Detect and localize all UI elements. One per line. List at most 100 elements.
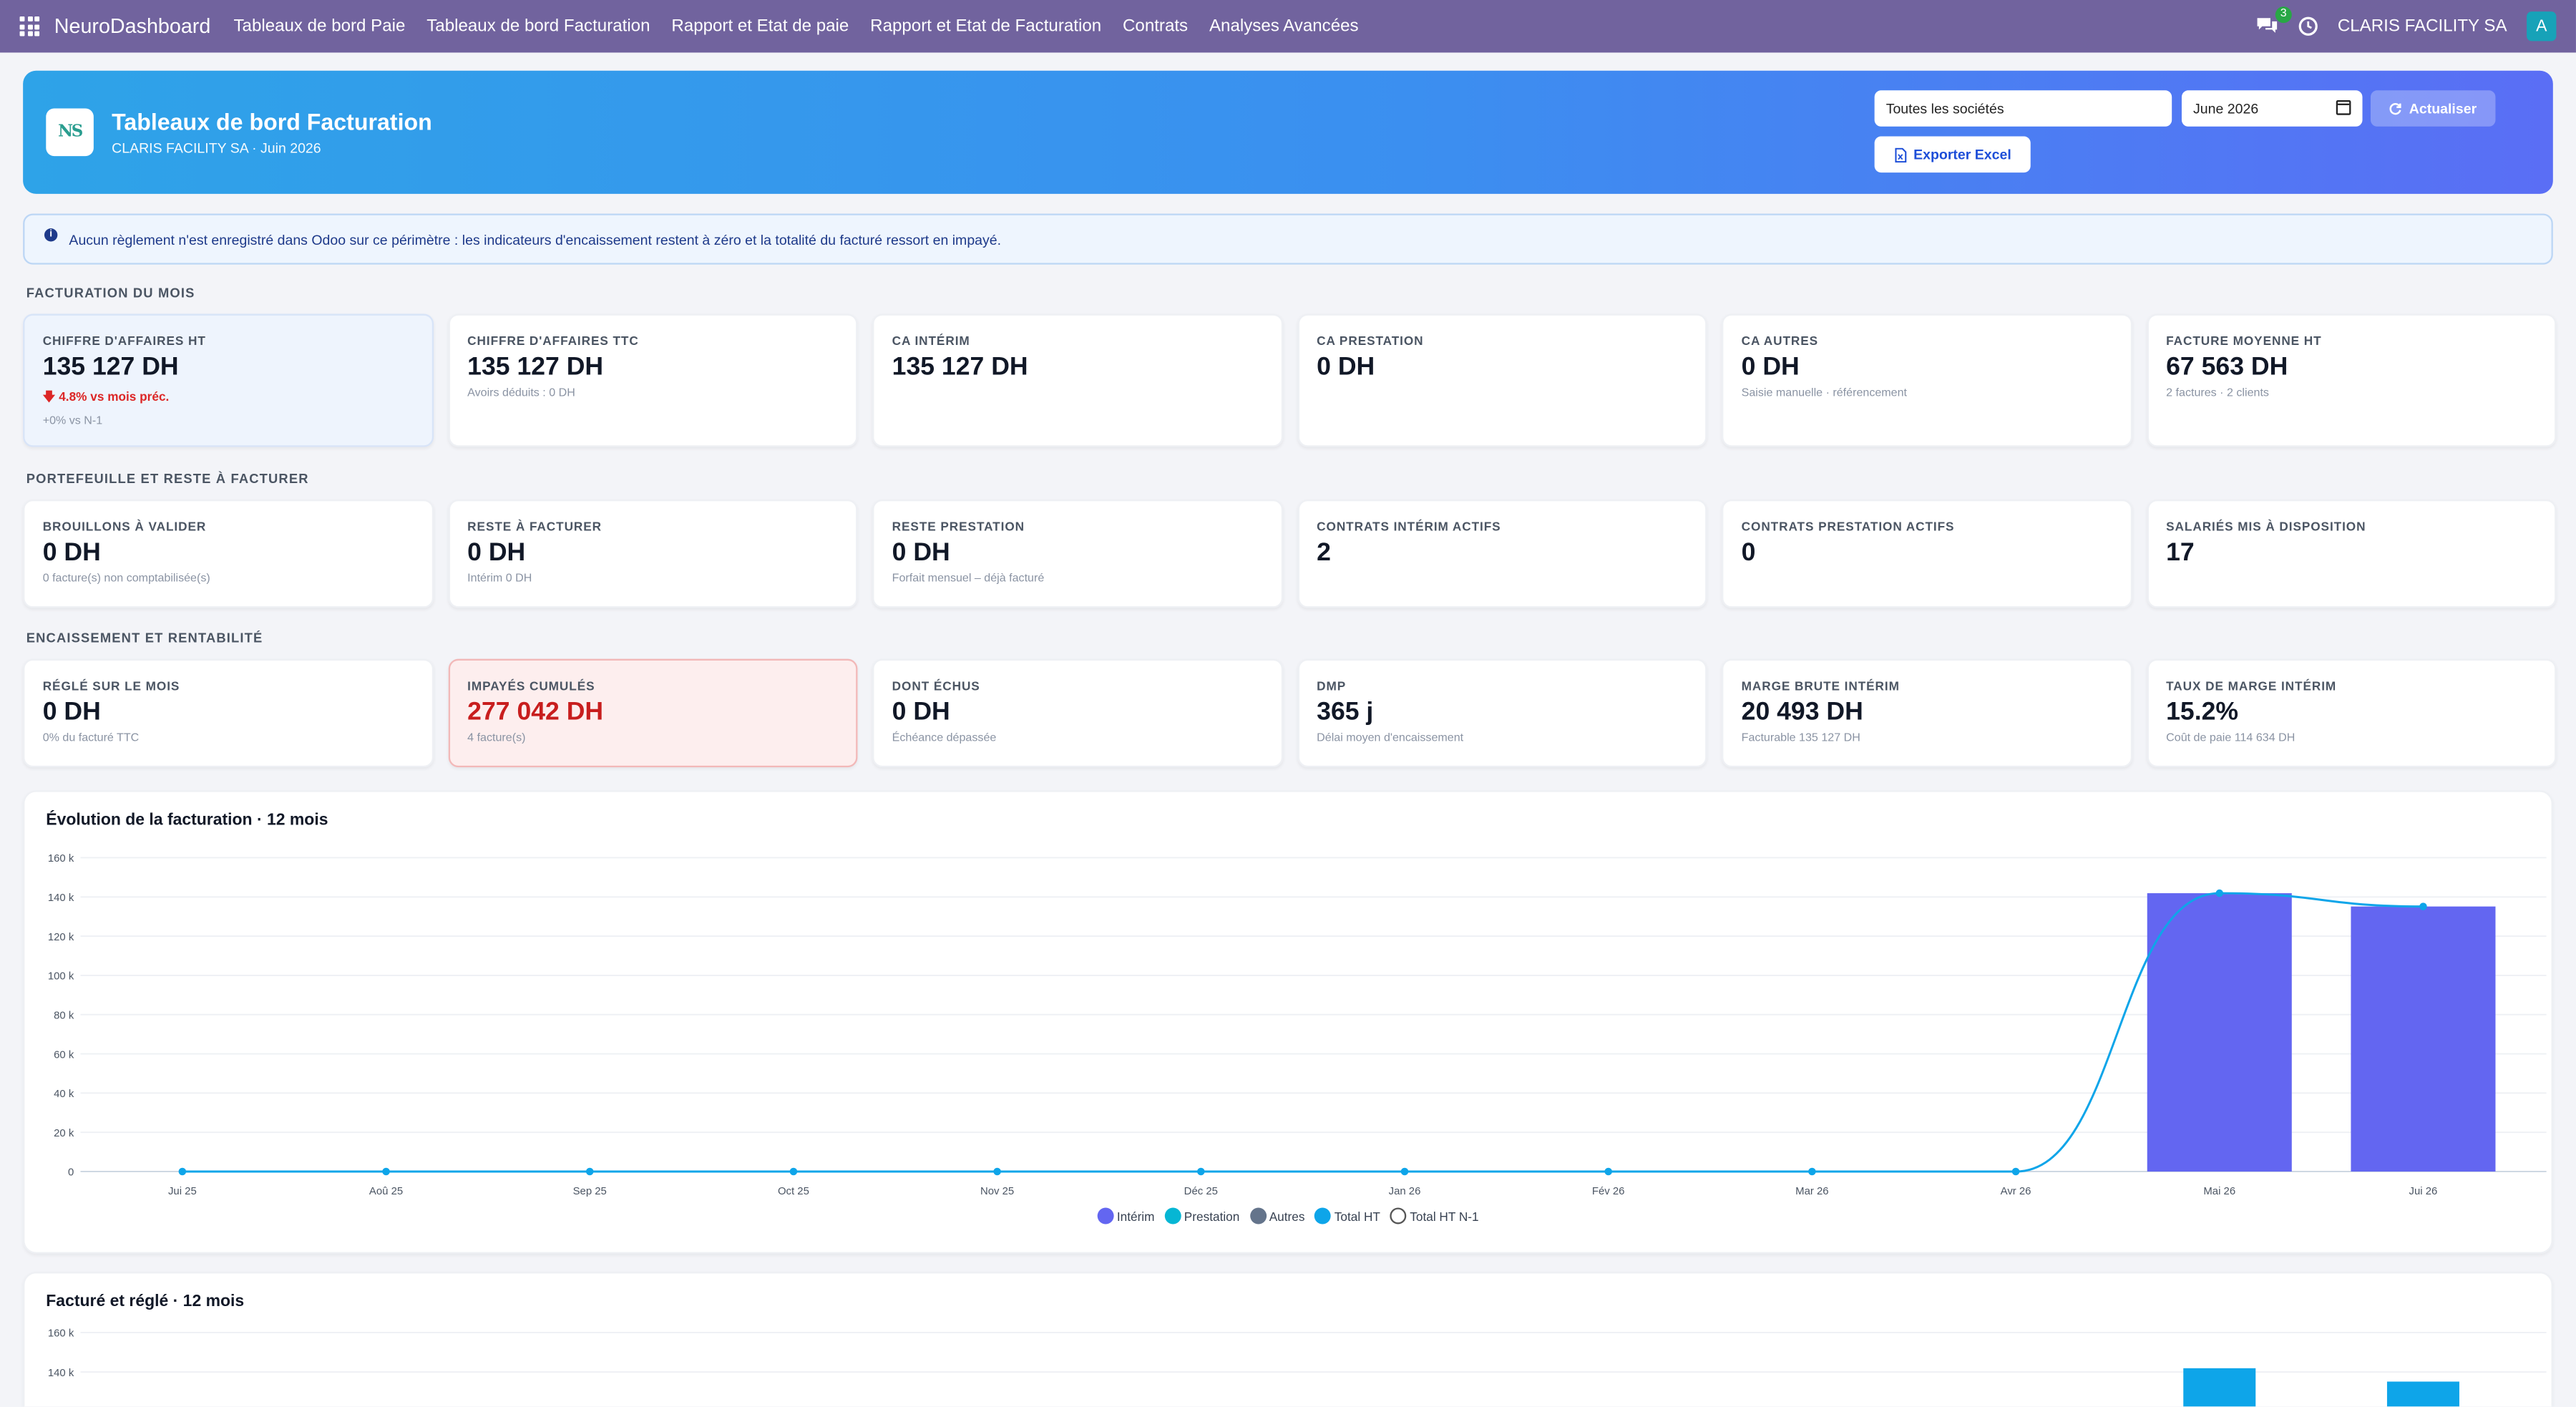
section-title-billing: FACTURATION DU MOIS <box>26 286 195 301</box>
nav-item-contracts[interactable]: Contrats <box>1123 16 1188 36</box>
x-tick-label: Jui 25 <box>168 1185 197 1197</box>
chat-icon[interactable]: 3 <box>2255 6 2292 36</box>
bar-billed <box>2386 1381 2459 1407</box>
user-avatar[interactable]: A <box>2527 11 2557 42</box>
company-logo: NS <box>46 108 94 157</box>
total-ht-point <box>2215 889 2224 897</box>
kpi-card-ca-interim[interactable]: CA INTÉRIM 135 127 DH <box>872 313 1282 447</box>
nav-item-payroll-reports[interactable]: Rapport et Etat de paie <box>671 16 849 36</box>
kpi-card-ca-autres[interactable]: CA AUTRES 0 DH Saisie manuelle · référen… <box>1722 313 2132 447</box>
total-ht-point <box>178 1167 187 1176</box>
x-tick-label: Fév 26 <box>1592 1185 1625 1197</box>
kpi-card-overdue[interactable]: DONT ÉCHUS 0 DH Échéance dépassée <box>872 658 1282 768</box>
info-icon: i <box>44 227 58 241</box>
total-ht-point <box>585 1167 594 1176</box>
kpi-row-collection: RÉGLÉ SUR LE MOIS 0 DH 0% du facturé TTC… <box>23 658 2557 768</box>
kpi-card-revenue-ttc[interactable]: CHIFFRE D'AFFAIRES TTC 135 127 DH Avoirs… <box>447 313 858 447</box>
y-tick-label: 0 <box>68 1167 74 1179</box>
total-ht-line <box>182 892 2424 1173</box>
legend-interim[interactable]: Intérim <box>1097 1207 1154 1225</box>
kpi-card-employees-assigned[interactable]: SALARIÉS MIS À DISPOSITION 17 <box>2146 499 2557 608</box>
brand-name[interactable]: NeuroDashboard <box>54 15 211 38</box>
excel-file-icon <box>1894 147 1906 162</box>
apps-menu-icon[interactable] <box>19 16 40 36</box>
page-title: Tableaux de bord Facturation <box>112 108 432 135</box>
chart-card-billing-evolution: Évolution de la facturation · 12 mois 02… <box>23 790 2553 1254</box>
kpi-card-cumulative-unpaid[interactable]: IMPAYÉS CUMULÉS 277 042 DH 4 facture(s) <box>447 658 858 768</box>
y-tick-label: 20 k <box>54 1127 74 1139</box>
legend-dot-total-ht <box>1314 1207 1332 1225</box>
refresh-button[interactable]: Actualiser <box>2370 90 2496 127</box>
kpi-row-portfolio: BROUILLONS À VALIDER 0 DH 0 facture(s) n… <box>23 499 2557 608</box>
legend-autres[interactable]: Autres <box>1249 1207 1304 1225</box>
y-tick-label: 100 k <box>48 970 74 983</box>
kpi-card-remaining-prestation[interactable]: RESTE PRESTATION 0 DH Forfait mensuel – … <box>872 499 1282 608</box>
page-subtitle: CLARIS FACILITY SA · Juin 2026 <box>112 140 321 157</box>
company-switcher[interactable]: CLARIS FACILITY SA <box>2338 16 2507 36</box>
total-ht-point <box>1400 1167 1409 1176</box>
kpi-card-active-interim-contracts[interactable]: CONTRATS INTÉRIM ACTIFS 2 <box>1297 499 1707 608</box>
bar-interim <box>2351 906 2496 1172</box>
top-navbar: NeuroDashboard Tableaux de bord Paie Tab… <box>0 0 2576 53</box>
company-select[interactable]: Toutes les sociétés <box>1874 90 2172 127</box>
arrow-down-icon: 🡇 <box>42 389 56 404</box>
x-tick-label: Avr 26 <box>2001 1185 2031 1197</box>
export-excel-button[interactable]: Exporter Excel <box>1874 136 2031 173</box>
x-tick-label: Oct 25 <box>778 1185 809 1197</box>
x-tick-label: Déc 25 <box>1184 1185 1218 1197</box>
legend-total-ht[interactable]: Total HT <box>1314 1207 1380 1225</box>
total-ht-point <box>2011 1167 2020 1176</box>
kpi-card-remaining-to-bill[interactable]: RESTE À FACTURER 0 DH Intérim 0 DH <box>447 499 858 608</box>
total-ht-point <box>2419 902 2427 910</box>
kpi-card-active-prestation-contracts[interactable]: CONTRATS PRESTATION ACTIFS 0 <box>1722 499 2132 608</box>
total-ht-point <box>382 1167 390 1176</box>
x-tick-label: Sep 25 <box>573 1185 607 1197</box>
kpi-card-dmp[interactable]: DMP 365 j Délai moyen d'encaissement <box>1297 658 1707 768</box>
nav-item-advanced-analytics[interactable]: Analyses Avancées <box>1209 16 1359 36</box>
y-tick-label: 140 k <box>48 892 74 904</box>
x-tick-label: Mar 26 <box>1795 1185 1828 1197</box>
kpi-card-drafts[interactable]: BROUILLONS À VALIDER 0 DH 0 facture(s) n… <box>23 499 433 608</box>
y-tick-label: 160 k <box>48 1328 74 1340</box>
chart-title-2: Facturé et réglé · 12 mois <box>46 1292 245 1312</box>
dashboard-header: NS Tableaux de bord Facturation CLARIS F… <box>23 70 2553 194</box>
kpi-card-revenue-ht[interactable]: CHIFFRE D'AFFAIRES HT 135 127 DH 🡇 4.8% … <box>23 313 433 447</box>
y-tick-label: 40 k <box>54 1088 74 1100</box>
chart-card-billed-settled: Facturé et réglé · 12 mois 160 k 140 k <box>23 1272 2553 1407</box>
activity-clock-icon[interactable] <box>2298 16 2318 36</box>
kpi-card-margin-rate[interactable]: TAUX DE MARGE INTÉRIM 15.2% Coût de paie… <box>2146 658 2557 768</box>
billed-settled-chart: 160 k 140 k <box>48 1328 2547 1407</box>
kpi-row-billing: CHIFFRE D'AFFAIRES HT 135 127 DH 🡇 4.8% … <box>23 313 2557 447</box>
legend-dot-autres <box>1249 1207 1267 1225</box>
total-ht-point <box>789 1167 798 1176</box>
x-tick-label: Jan 26 <box>1389 1185 1421 1197</box>
nav-item-billing-dashboards[interactable]: Tableaux de bord Facturation <box>426 16 650 36</box>
legend-total-ht-n1[interactable]: Total HT N-1 <box>1390 1207 1479 1225</box>
x-tick-label: Jui 26 <box>2409 1185 2438 1197</box>
bar-interim <box>2147 893 2292 1172</box>
legend-dot-prestation <box>1164 1207 1181 1225</box>
kpi-card-settled-month[interactable]: RÉGLÉ SUR LE MOIS 0 DH 0% du facturé TTC <box>23 658 433 768</box>
alert-text: Aucun règlement n'est enregistré dans Od… <box>69 230 1002 248</box>
legend-dot-total-ht-n1 <box>1390 1207 1407 1225</box>
period-date-input[interactable]: June 2026 <box>2181 90 2363 127</box>
legend-dot-interim <box>1097 1207 1114 1225</box>
kpi-card-average-invoice[interactable]: FACTURE MOYENNE HT 67 563 DH 2 factures … <box>2146 313 2557 447</box>
bar-billed <box>2183 1368 2256 1407</box>
total-ht-point <box>1604 1167 1612 1176</box>
kpi-card-ca-prestation[interactable]: CA PRESTATION 0 DH <box>1297 313 1707 447</box>
refresh-icon <box>2390 103 2402 115</box>
nav-item-billing-reports[interactable]: Rapport et Etat de Facturation <box>870 16 1101 36</box>
legend-prestation[interactable]: Prestation <box>1164 1207 1239 1225</box>
section-title-collection: ENCAISSEMENT ET RENTABILITÉ <box>26 631 263 646</box>
info-alert: i Aucun règlement n'est enregistré dans … <box>23 213 2553 265</box>
total-ht-point <box>1197 1167 1205 1176</box>
nav-item-payroll-dashboards[interactable]: Tableaux de bord Paie <box>233 16 405 36</box>
section-title-portfolio: PORTEFEUILLE ET RESTE À FACTURER <box>26 471 309 487</box>
kpi-card-gross-margin[interactable]: MARGE BRUTE INTÉRIM 20 493 DH Facturable… <box>1722 658 2132 768</box>
y-tick-label: 80 k <box>54 1009 74 1021</box>
total-ht-point <box>1808 1167 1816 1176</box>
trend-down-indicator: 🡇 4.8% vs mois préc. <box>42 389 170 404</box>
y-tick-label: 140 k <box>48 1367 74 1379</box>
calendar-icon[interactable] <box>2336 100 2351 115</box>
